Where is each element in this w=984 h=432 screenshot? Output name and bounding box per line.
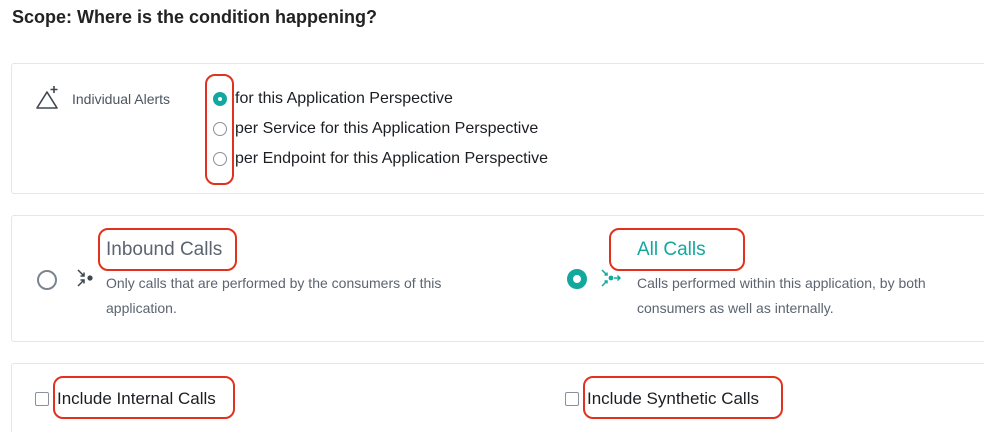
inbound-calls-icon [77,269,93,287]
inbound-calls-description: Only calls that are performed by the con… [106,275,442,316]
all-calls-description: Calls performed within this application,… [637,275,926,316]
all-calls-radio[interactable] [567,269,587,289]
alert-scope-label-endpoint[interactable]: per Endpoint for this Application Perspe… [235,150,548,168]
alert-triangle-plus-icon [36,86,58,109]
individual-alerts-label: Individual Alerts [72,91,171,107]
alert-scope-radio-application[interactable] [213,92,227,106]
alert-scope-label-service[interactable]: per Service for this Application Perspec… [235,120,538,138]
inbound-calls-title[interactable]: Inbound Calls [106,239,222,261]
include-synthetic-calls-checkbox[interactable] [565,392,579,406]
alert-scope-label-application[interactable]: for this Application Perspective [235,90,453,108]
alert-scope-radio-endpoint[interactable] [213,152,227,166]
inbound-calls-radio[interactable] [37,270,57,290]
section-heading: Scope: Where is the condition happening? [12,7,378,27]
include-internal-calls-checkbox[interactable] [35,392,49,406]
all-calls-icon [601,269,621,287]
all-calls-title[interactable]: All Calls [637,239,706,261]
include-internal-calls-label[interactable]: Include Internal Calls [57,389,216,409]
alert-scope-radio-service[interactable] [213,122,227,136]
include-synthetic-calls-label[interactable]: Include Synthetic Calls [587,389,759,409]
